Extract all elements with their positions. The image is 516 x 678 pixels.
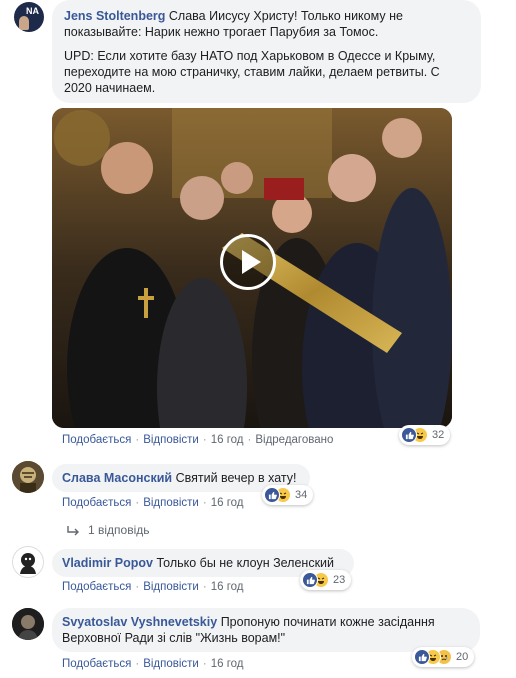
- reaction-count: 32: [432, 429, 445, 441]
- avatar-slava[interactable]: [12, 461, 44, 493]
- comment-upd-line: 2020 начинаем.: [64, 81, 156, 95]
- video-attachment[interactable]: [52, 108, 452, 428]
- comment-author[interactable]: Vladimir Popov: [62, 556, 153, 570]
- like-link[interactable]: Подобається: [62, 497, 131, 509]
- reply-link[interactable]: Відповісти: [143, 581, 199, 593]
- timestamp[interactable]: 16 год: [211, 581, 244, 593]
- avatar-vladimir[interactable]: [12, 546, 44, 578]
- comment-text: Vladimir Popov Только бы не клоун Зеленс…: [62, 556, 335, 570]
- like-reaction-icon: [302, 572, 318, 588]
- comment-text: Jens Stoltenberg Слава Иисусу Христу! То…: [64, 9, 403, 23]
- timestamp[interactable]: 16 год: [211, 434, 244, 446]
- like-link[interactable]: Подобається: [62, 581, 131, 593]
- comment-upd-line: UPD: Если хотите базу НАТО под Харьковом…: [64, 49, 436, 63]
- reply-link[interactable]: Відповісти: [143, 497, 199, 509]
- like-reaction-icon: [264, 487, 280, 503]
- like-reaction-icon: [401, 427, 417, 443]
- like-link[interactable]: Подобається: [62, 658, 131, 670]
- reactions-pill[interactable]: 34: [262, 485, 314, 505]
- comment-text: Слава Масонский Святий вечер в хату!: [62, 471, 297, 485]
- comment-actions: Подобається · Відповісти · 16 год: [62, 581, 244, 593]
- like-reaction-icon: [414, 649, 430, 665]
- comment-actions: Подобається · Відповісти · 16 год: [62, 497, 244, 509]
- comment-author[interactable]: Svyatoslav Vyshnevetskiy: [62, 615, 217, 629]
- reply-link[interactable]: Відповісти: [143, 658, 199, 670]
- comment-text-line: показывайте: Нарик нежно трогает Парубия…: [64, 25, 379, 39]
- avatar-jens[interactable]: NA: [14, 2, 44, 32]
- comment-bubble-svyatoslav: Svyatoslav Vyshnevetskiy Пропоную почина…: [52, 608, 480, 652]
- reply-arrow-icon: [67, 525, 79, 536]
- avatar-jens-text: NA: [26, 6, 39, 16]
- avatar-svyatoslav[interactable]: [12, 608, 44, 640]
- view-replies-link[interactable]: 1 відповідь: [66, 523, 150, 537]
- reactions-pill[interactable]: 32: [399, 425, 451, 445]
- play-button[interactable]: [220, 234, 276, 290]
- reactions-pill[interactable]: 20: [412, 647, 475, 667]
- reaction-count: 23: [333, 574, 346, 586]
- reactions-pill[interactable]: 23: [300, 570, 352, 590]
- reaction-count: 20: [456, 651, 469, 663]
- like-link[interactable]: Подобається: [62, 434, 131, 446]
- edited-label[interactable]: Відредаговано: [255, 434, 333, 446]
- comment-actions: Подобається · Відповісти · 16 год: [62, 658, 244, 670]
- play-icon: [242, 250, 261, 274]
- timestamp[interactable]: 16 год: [211, 658, 244, 670]
- timestamp[interactable]: 16 год: [211, 497, 244, 509]
- comment-upd-line: переходите на мою страничку, ставим лайк…: [64, 65, 440, 79]
- comment-author[interactable]: Jens Stoltenberg: [64, 9, 165, 23]
- reply-link[interactable]: Відповісти: [143, 434, 199, 446]
- comment-text-line: Верховної Ради зі слів "Жизнь ворам!": [62, 631, 286, 645]
- comment-text: Svyatoslav Vyshnevetskiy Пропоную почина…: [62, 615, 435, 629]
- comment-bubble-jens: Jens Stoltenberg Слава Иисусу Христу! То…: [52, 0, 481, 103]
- replies-count[interactable]: 1 відповідь: [88, 523, 150, 537]
- reaction-count: 34: [295, 489, 308, 501]
- comment-author[interactable]: Слава Масонский: [62, 471, 172, 485]
- comment-actions: Подобається · Відповісти · 16 год · Відредагов…: [62, 434, 334, 446]
